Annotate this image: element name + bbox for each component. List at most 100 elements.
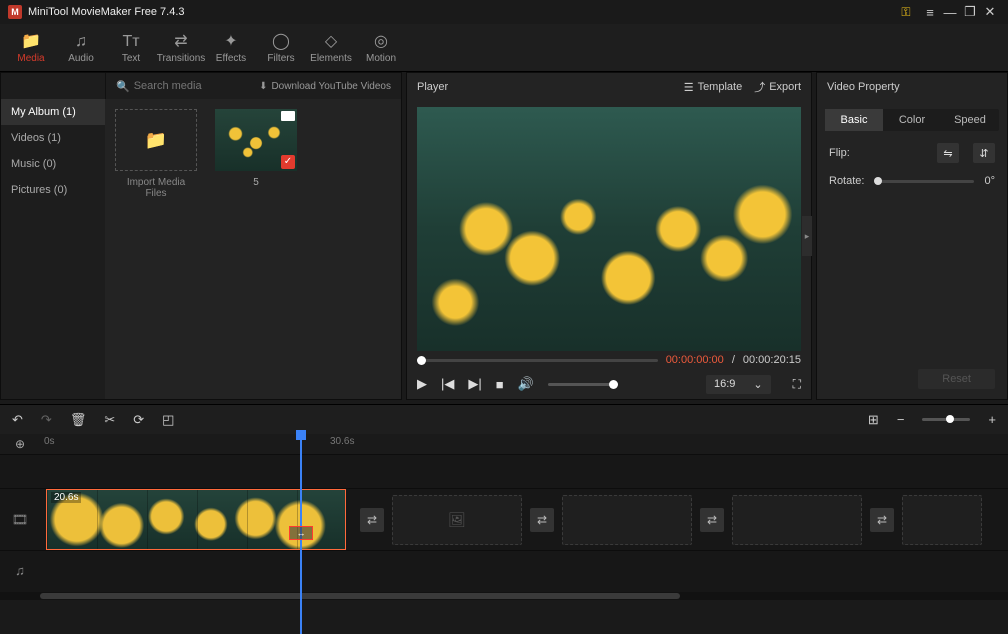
flip-horizontal-button[interactable]: ⇋: [937, 143, 959, 163]
player-scrubber[interactable]: [417, 359, 658, 362]
tab-text-label: Text: [106, 53, 156, 64]
template-button[interactable]: ☰ Template: [684, 81, 743, 94]
reset-button[interactable]: Reset: [918, 369, 995, 389]
video-badge-icon: [281, 111, 295, 121]
sidebar-item-my-album[interactable]: My Album (1): [1, 99, 105, 125]
drop-zone-3[interactable]: [732, 495, 862, 545]
split-button[interactable]: ✂: [104, 412, 115, 428]
chevron-down-icon: ⌄: [753, 378, 762, 391]
video-property-title: Video Property: [827, 81, 997, 93]
play-button[interactable]: ▶: [417, 376, 427, 392]
video-property-panel: Video Property Basic Color Speed Flip: ⇋…: [816, 72, 1008, 400]
tab-audio[interactable]: ♫ Audio: [56, 31, 106, 64]
tab-transitions[interactable]: ⇄ Transitions: [156, 31, 206, 64]
sidebar-item-music[interactable]: Music (0): [1, 151, 105, 177]
transition-slot-3[interactable]: ⇄: [700, 508, 724, 532]
tab-elements[interactable]: ◇ Elements: [306, 31, 356, 64]
speed-button[interactable]: ⟳: [133, 412, 144, 428]
zoom-in-button[interactable]: +: [988, 412, 996, 427]
download-icon: ⬇: [259, 81, 267, 92]
maximize-button[interactable]: ❐: [960, 4, 980, 20]
motion-icon: ◎: [356, 33, 406, 51]
tab-color[interactable]: Color: [883, 109, 941, 131]
tab-text[interactable]: Tᴛ Text: [106, 31, 156, 64]
search-input[interactable]: [134, 80, 254, 92]
tab-basic[interactable]: Basic: [825, 109, 883, 131]
panel-expand-toggle[interactable]: ▸: [802, 216, 812, 256]
undo-button[interactable]: ↶: [12, 412, 23, 428]
video-preview[interactable]: [417, 107, 801, 351]
close-button[interactable]: ✕: [980, 4, 1000, 20]
upgrade-key-icon[interactable]: ⚿: [896, 5, 916, 20]
export-button[interactable]: ⤴ Export: [754, 79, 801, 95]
media-clip-label: 5: [215, 177, 297, 188]
rotate-slider[interactable]: [874, 180, 974, 183]
aspect-ratio-select[interactable]: 16:9 ⌄: [706, 375, 771, 394]
tab-motion[interactable]: ◎ Motion: [356, 31, 406, 64]
prev-frame-button[interactable]: |◀: [441, 376, 454, 392]
minimize-button[interactable]: —: [940, 5, 960, 20]
clip-duration-label: 20.6s: [51, 492, 81, 503]
timeline-scrollbar[interactable]: [0, 592, 1008, 600]
template-label: Template: [698, 81, 743, 93]
volume-icon[interactable]: 🔊: [518, 376, 534, 392]
ruler-mark-thirty: 30.6s: [330, 436, 354, 447]
import-media-label: Import Media Files: [115, 177, 197, 199]
sidebar-item-pictures[interactable]: Pictures (0): [1, 177, 105, 203]
stop-button[interactable]: ■: [496, 377, 504, 392]
export-label: Export: [769, 81, 801, 93]
tab-speed[interactable]: Speed: [941, 109, 999, 131]
volume-slider[interactable]: [548, 383, 618, 386]
text-icon: Tᴛ: [106, 33, 156, 51]
transition-slot-4[interactable]: ⇄: [870, 508, 894, 532]
timeline-tracks: 🎞 20.6s ⇄ 🖼 ⇄ ⇄ ⇄ ♫: [0, 454, 1008, 600]
tab-effects[interactable]: ✦ Effects: [206, 31, 256, 64]
tab-elements-label: Elements: [306, 53, 356, 64]
main-toolbar: 📁 Media ♫ Audio Tᴛ Text ⇄ Transitions ✦ …: [0, 24, 1008, 72]
filters-icon: ◯: [256, 33, 306, 51]
download-youtube-link[interactable]: ⬇ Download YouTube Videos: [259, 81, 391, 92]
tab-filters[interactable]: ◯ Filters: [256, 31, 306, 64]
video-track[interactable]: 🎞 20.6s ⇄ 🖼 ⇄ ⇄ ⇄: [0, 488, 1008, 550]
next-frame-button[interactable]: ▶|: [468, 376, 481, 392]
tab-media[interactable]: 📁 Media: [6, 31, 56, 64]
zoom-slider[interactable]: [922, 418, 970, 421]
audio-track[interactable]: ♫: [0, 550, 1008, 590]
clip-split-handle[interactable]: ↔: [289, 526, 313, 540]
media-search-bar: 🔍 ⬇ Download YouTube Videos: [105, 73, 401, 99]
fullscreen-button[interactable]: ⛶: [793, 377, 801, 392]
overlay-track[interactable]: [0, 454, 1008, 488]
video-track-icon: 🎞: [0, 512, 40, 528]
add-track-button[interactable]: ⊕: [0, 437, 40, 451]
media-clip-tile[interactable]: ✓ 5: [215, 109, 297, 199]
drop-zone-2[interactable]: [562, 495, 692, 545]
effects-icon: ✦: [206, 33, 256, 51]
transition-slot-1[interactable]: ⇄: [360, 508, 384, 532]
media-grid: 📁 Import Media Files ✓ 5: [105, 99, 401, 399]
fit-zoom-button[interactable]: ⊞: [868, 412, 879, 428]
tab-audio-label: Audio: [56, 53, 106, 64]
transitions-icon: ⇄: [156, 33, 206, 51]
app-logo-icon: M: [8, 5, 22, 19]
property-tabs: Basic Color Speed: [825, 109, 999, 131]
flip-label: Flip:: [829, 147, 850, 159]
drop-zone-4[interactable]: [902, 495, 982, 545]
sidebar-item-videos[interactable]: Videos (1): [1, 125, 105, 151]
flip-vertical-button[interactable]: ⇵: [973, 143, 995, 163]
transition-slot-2[interactable]: ⇄: [530, 508, 554, 532]
checkmark-icon: ✓: [281, 155, 295, 169]
timeline-ruler[interactable]: ⊕ 0s 30.6s ↔: [0, 434, 1008, 454]
import-media-tile[interactable]: 📁 Import Media Files: [115, 109, 197, 199]
tab-filters-label: Filters: [256, 53, 306, 64]
redo-button[interactable]: ↷: [41, 412, 52, 428]
time-current: 00:00:00:00: [666, 354, 724, 366]
crop-button[interactable]: ◰: [162, 412, 174, 428]
ruler-mark-zero: 0s: [44, 436, 55, 447]
player-title: Player: [417, 81, 672, 93]
zoom-out-button[interactable]: −: [897, 412, 905, 427]
menu-icon[interactable]: ≡: [920, 5, 940, 20]
timeline-toolbar: ↶ ↷ 🗑 ✂ ⟳ ◰ ⊞ − +: [0, 404, 1008, 434]
delete-button[interactable]: 🗑: [70, 412, 87, 428]
drop-zone-1[interactable]: 🖼: [392, 495, 522, 545]
player-panel: Player ☰ Template ⤴ Export 00:00:00:00 /…: [406, 72, 812, 400]
